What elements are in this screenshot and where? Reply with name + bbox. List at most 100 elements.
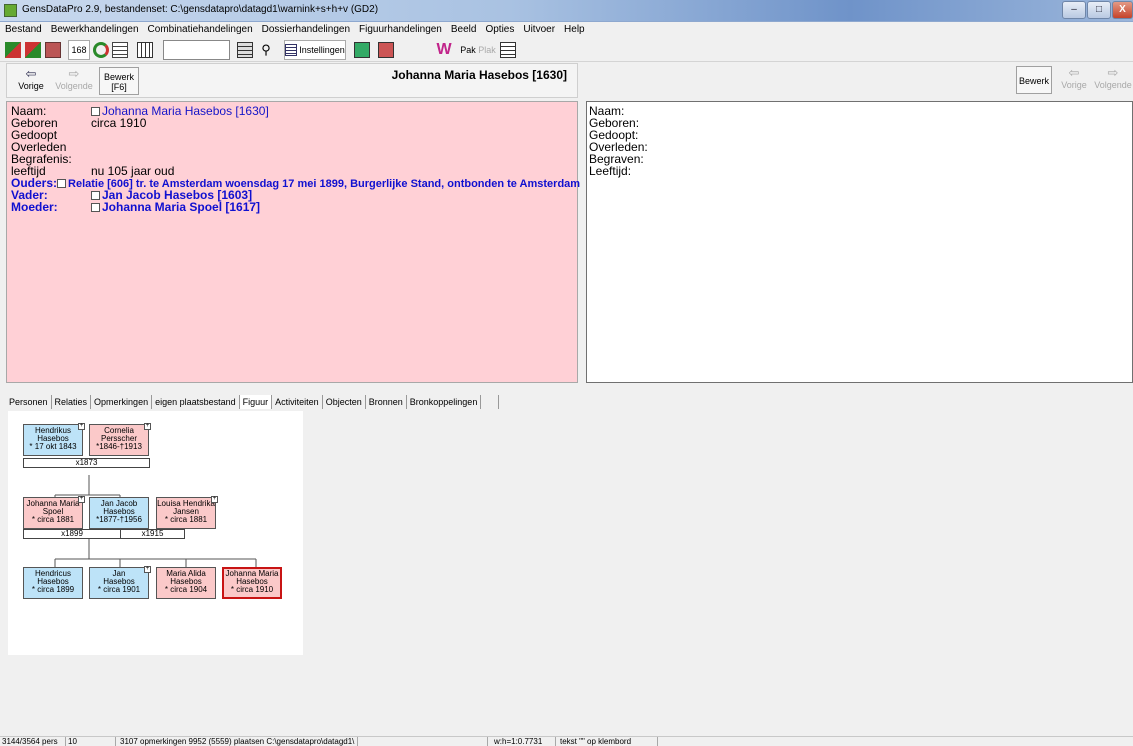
child-3-dates: * circa 1904 [164,585,208,594]
right-edit-button[interactable]: Bewerk [1016,66,1052,94]
menu-help[interactable]: Help [559,22,589,35]
right-label-gedoopt: Gedoopt: [589,128,639,142]
menu-beeld[interactable]: Beeld [446,22,481,35]
status-info: 3107 opmerkingen 9952 (5559) plaatsen C:… [118,737,358,746]
pak-button[interactable]: Pak [459,40,477,60]
arrow-left-icon: ⇦ [1068,65,1080,80]
menu-opties[interactable]: Opties [480,22,518,35]
number-label: 168 [71,45,87,55]
status-bar: 3144/3564 pers 10 3107 opmerkingen 9952 … [0,736,1133,746]
menu-bar: Bestand Bewerkhandelingen Combinatiehand… [0,22,1133,38]
word-icon[interactable]: W [434,40,454,60]
expand-icon[interactable]: + [78,496,85,503]
number-button[interactable]: 168 [68,40,90,60]
next-label: Volgende [55,81,93,91]
next-button[interactable]: ⇨ Volgende [51,67,97,95]
plak-button[interactable]: Plak [478,40,496,60]
row-moeder: Moeder: Johanna Maria Spoel [1617] [11,201,573,213]
settings-icon [285,44,298,56]
menu-figuurhandelingen[interactable]: Figuurhandelingen [354,22,446,35]
tab-objecten[interactable]: Objecten [323,395,366,409]
person-box-child-1[interactable]: Hendricus Hasebos * circa 1899 [23,567,83,599]
person-box-child-2[interactable]: Jan Hasebos * circa 1901 + [89,566,151,599]
tab-figuur[interactable]: Figuur [239,395,273,409]
right-prev-button[interactable]: ⇦ Vorige [1056,66,1092,94]
value-moeder[interactable]: Johanna Maria Spoel [1617] [91,201,260,213]
marriage-label-3[interactable]: x1915 [120,529,185,539]
toolbar: 168 ⚲ Instellingen W Pak Plak [0,38,1133,62]
person-remove-icon[interactable] [24,40,42,60]
arrow-right-icon: ⇨ [68,66,80,81]
grandmother-dates: *1846-†1913 [96,442,142,451]
value-geboren: circa 1910 [91,116,147,130]
grid-icon[interactable] [135,40,155,60]
table-icon[interactable] [352,40,372,60]
tab-personen[interactable]: Personen [6,395,52,409]
tab-bronkoppelingen[interactable]: Bronkoppelingen [407,395,482,409]
right-edit-label: Bewerk [1018,76,1049,86]
person-box-child-4-selected[interactable]: Johanna Maria Hasebos * circa 1910 [222,567,282,599]
tab-eigen-plaatsbestand[interactable]: eigen plaatsbestand [152,395,240,409]
status-persons: 3144/3564 pers [0,737,66,746]
person-add-icon[interactable] [4,40,22,60]
right-person-panel: Bewerk ⇦ Vorige ⇨ Volgende Naam: Geboren… [582,63,1133,385]
tab-relaties[interactable]: Relaties [52,395,92,409]
person-box-father[interactable]: Jan Jacob Hasebos *1877-†1956 [89,497,149,529]
expand-icon[interactable]: + [78,423,85,430]
relation-link-icon [57,179,67,188]
person-box-grandmother[interactable]: Cornelia Persscher *1846-†1913 + [89,423,151,456]
settings-label: Instellingen [299,45,345,55]
person-link-icon [91,107,100,116]
search-input[interactable] [163,40,230,60]
person-box-child-3[interactable]: Maria Alida Hasebos * circa 1904 [156,567,216,599]
menu-dossierhandelingen[interactable]: Dossierhandelingen [257,22,354,35]
status-clipboard: tekst "" op klembord [558,737,658,746]
person-box-grandfather[interactable]: Hendrikus Hasebos * 17 okt 1843 + [23,423,85,456]
tab-bronnen[interactable]: Bronnen [366,395,407,409]
search-field[interactable] [163,40,230,60]
left-navbar: ⇦ Vorige ⇨ Volgende Bewerk [F6] Johanna … [6,63,578,98]
right-label-overleden: Overleden: [589,140,648,154]
child-1-dates: * circa 1899 [31,585,75,594]
left-person-panel: ⇦ Vorige ⇨ Volgende Bewerk [F6] Johanna … [6,63,580,385]
moeder-text: Johanna Maria Spoel [1617] [102,200,261,214]
second-wife-dates: * circa 1881 [164,515,208,524]
title-bar: GensDataPro 2.9, bestandenset: C:\gensda… [0,0,1133,22]
menu-bewerkhandelingen[interactable]: Bewerkhandelingen [46,22,143,35]
edit-label: Bewerk [103,72,134,82]
list-icon[interactable] [111,40,129,60]
maximize-button[interactable]: □ [1087,1,1111,19]
plak-label: Plak [478,45,496,55]
tab-activiteiten[interactable]: Activiteiten [272,395,323,409]
tab-opmerkingen[interactable]: Opmerkingen [91,395,153,409]
expand-icon[interactable]: + [144,423,151,430]
menu-bestand[interactable]: Bestand [0,22,46,35]
person-box-mother[interactable]: Johanna Maria Spoel * circa 1881 + [23,496,85,529]
calendar-icon[interactable] [236,40,254,60]
edit-key-label: [F6] [111,82,127,92]
marriage-label-2[interactable]: x1899 [23,529,121,539]
prev-button[interactable]: ⇦ Vorige [11,67,51,95]
person-box-second-wife[interactable]: Louisa Hendrika Jansen * circa 1881 + [156,496,218,529]
settings-button[interactable]: Instellingen [284,40,346,60]
row-vader: Vader: Jan Jacob Hasebos [1603] [11,189,573,201]
expand-icon[interactable]: + [211,496,218,503]
person-title: Johanna Maria Hasebos [1630] [391,68,567,82]
expand-icon[interactable]: + [144,566,151,573]
right-next-button[interactable]: ⇨ Volgende [1094,66,1132,94]
tab-bar: Personen Relaties Opmerkingen eigen plaa… [6,395,500,409]
minimize-button[interactable]: – [1062,1,1086,19]
family-chart: Hendrikus Hasebos * 17 okt 1843 + Cornel… [8,411,303,655]
table-red-icon[interactable] [376,40,396,60]
menu-combinatiehandelingen[interactable]: Combinatiehandelingen [143,22,257,35]
refresh-icon[interactable] [92,40,110,60]
menu-uitvoer[interactable]: Uitvoer [518,22,559,35]
close-button[interactable]: X [1112,1,1133,19]
tree-icon[interactable] [44,40,62,60]
edit-button[interactable]: Bewerk [F6] [99,67,139,95]
binoculars-icon[interactable]: ⚲ [257,40,275,60]
right-next-label: Volgende [1094,80,1132,90]
marriage-label-1[interactable]: x1873 [23,458,150,468]
clipboard-icon[interactable] [499,40,517,60]
tab-empty [481,395,500,409]
